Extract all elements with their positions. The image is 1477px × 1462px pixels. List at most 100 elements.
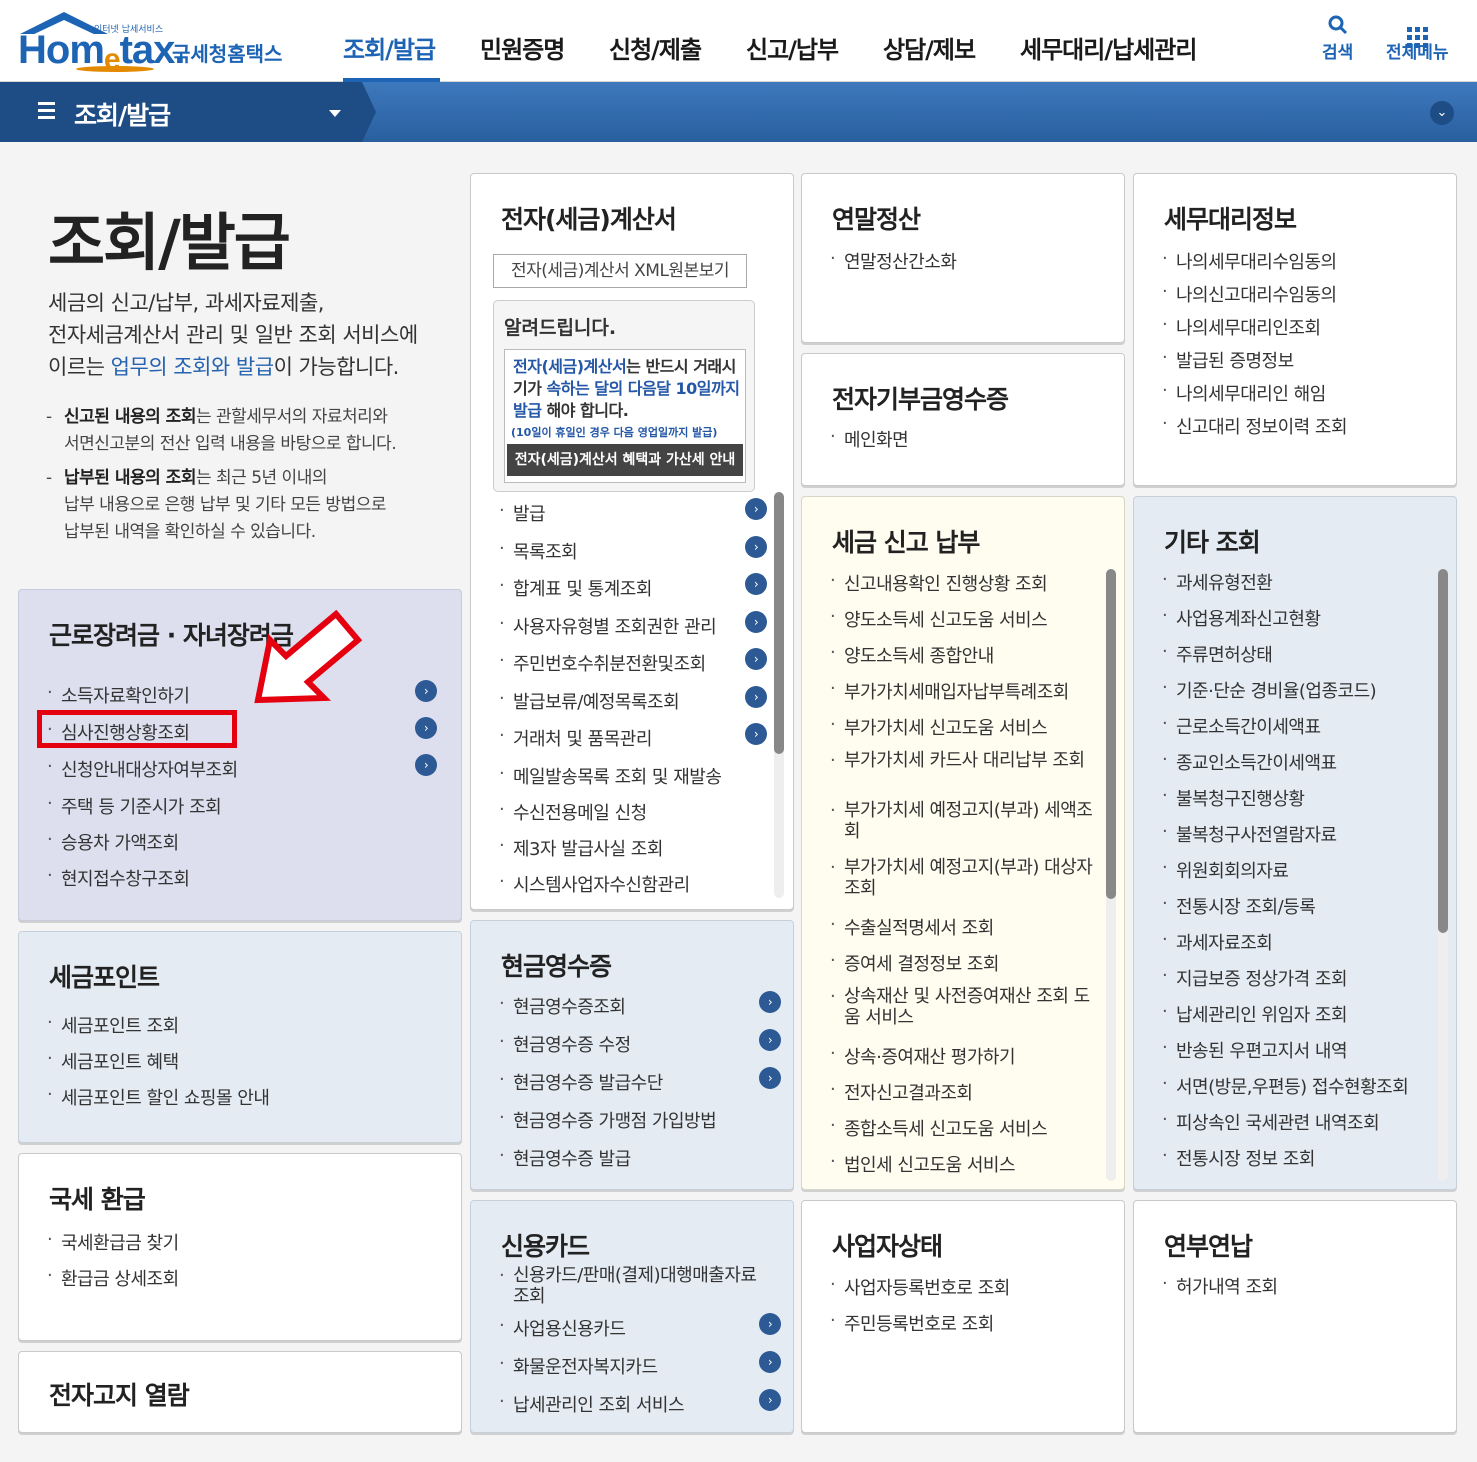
penalty-guide-button[interactable]: 전자(세금)계산서 혜택과 가산세 안내 xyxy=(507,444,743,476)
list-item[interactable]: 발급된 증명정보 xyxy=(1162,347,1347,380)
list-item[interactable]: 지급보증 정상가격 조회 xyxy=(1162,965,1438,1001)
list-item[interactable]: 현금영수증조회 › xyxy=(499,991,789,1031)
list-item[interactable]: 주택 등 기준시가 조회 xyxy=(47,793,437,829)
chevron-right-icon[interactable]: › xyxy=(415,717,437,739)
chevron-right-icon[interactable]: › xyxy=(745,685,767,708)
list-item[interactable]: 신청안내대상자여부조회 › xyxy=(47,754,437,793)
list-item[interactable]: 시스템사업자수신함관리 xyxy=(499,871,769,907)
list-item[interactable]: 현금영수증 발급수단 › xyxy=(499,1067,789,1107)
list-item[interactable]: 납세관리인 위임자 조회 xyxy=(1162,1001,1438,1037)
list-item[interactable]: 양도소득세 신고도움 서비스 xyxy=(830,606,1100,642)
list-item[interactable]: 메일발송목록 조회 및 재발송 xyxy=(499,763,769,799)
list-item[interactable]: 서면(방문,우편등) 접수현황조회 xyxy=(1162,1073,1438,1109)
list-item[interactable]: 수출실적명세서 조회 xyxy=(830,914,1100,950)
chevron-right-icon[interactable]: › xyxy=(745,610,767,633)
list-item[interactable]: 과세자료조회 xyxy=(1162,929,1438,965)
list-item[interactable]: 종합소득세 신고도움 서비스 xyxy=(830,1115,1100,1151)
section-selector[interactable]: 조회/발급 xyxy=(0,82,362,142)
list-item[interactable]: 나의신고대리수임동의 xyxy=(1162,281,1347,314)
list-item[interactable]: 부가가치세 카드사 대리납부 조회 xyxy=(830,750,1096,800)
search-button[interactable]: 검색 xyxy=(1322,14,1353,63)
chevron-right-icon[interactable]: › xyxy=(759,1351,781,1373)
list-item[interactable]: 나의세무대리인조회 xyxy=(1162,314,1347,347)
card-e-notice[interactable]: 전자고지 열람 xyxy=(18,1351,462,1433)
list-item[interactable]: 부가가치세 신고도움 서비스 xyxy=(830,714,1100,750)
xml-view-button[interactable]: 전자(세금)계산서 XML원본보기 xyxy=(493,254,747,288)
list-item[interactable]: 전통시장 조회/등록 xyxy=(1162,893,1438,929)
list-item[interactable]: 기준·단순 경비율(업종코드) xyxy=(1162,677,1438,713)
list-item[interactable]: 연말정산간소화 xyxy=(830,248,957,284)
list-item[interactable]: 부가가치세매입자납부특례조회 xyxy=(830,678,1100,714)
list-item[interactable]: 제3자 발급사실 조회 xyxy=(499,835,769,871)
list-item[interactable]: 화물운전자복지카드 › xyxy=(499,1351,789,1391)
list-item[interactable]: 허가내역 조회 xyxy=(1162,1273,1278,1309)
nav-inquiry-issue[interactable]: 조회/발급 xyxy=(343,30,436,65)
list-item[interactable]: 거래처 및 품목관리 › xyxy=(499,723,769,763)
nav-apply-submit[interactable]: 신청/제출 xyxy=(609,30,702,65)
list-item[interactable]: 신고대리 정보이력 조회 xyxy=(1162,413,1348,446)
chevron-right-icon[interactable]: › xyxy=(745,535,767,558)
list-item[interactable]: 사업용신용카드 › xyxy=(499,1313,789,1353)
list-item[interactable]: 메인화면 xyxy=(830,426,909,462)
list-item[interactable]: 발급 › xyxy=(499,498,769,538)
list-item[interactable]: 목록조회 › xyxy=(499,535,769,576)
list-item[interactable]: 세금포인트 혜택 xyxy=(47,1048,269,1084)
list-item[interactable]: 현지접수창구조회 xyxy=(47,865,437,901)
list-item[interactable]: 신용카드/판매(결제)대행매출자료조회 xyxy=(499,1265,759,1315)
list-item[interactable]: 위원회회의자료 xyxy=(1162,857,1438,893)
list-item[interactable]: 현금영수증 수정 › xyxy=(499,1029,789,1069)
nav-report-pay[interactable]: 신고/납부 xyxy=(746,30,839,65)
chevron-right-icon[interactable]: › xyxy=(745,498,767,520)
list-item[interactable]: 발급보류/예정목록조회 › xyxy=(499,685,769,726)
list-item[interactable]: 상속·증여재산 평가하기 xyxy=(830,1043,1100,1079)
list-item[interactable]: 사업자등록번호로 조회 xyxy=(830,1274,1010,1310)
list-item[interactable]: 전통시장 정보 조회 xyxy=(1162,1145,1438,1181)
scrollbar[interactable] xyxy=(774,492,784,898)
list-item[interactable]: 과세유형전환 xyxy=(1162,569,1438,605)
all-menu-button[interactable]: 전체메뉴 xyxy=(1386,14,1449,63)
list-item[interactable]: 세금포인트 할인 쇼핑몰 안내 xyxy=(47,1084,270,1120)
chevron-right-icon[interactable]: › xyxy=(745,723,767,745)
list-item[interactable]: 현금영수증 가맹점 가입방법 xyxy=(499,1107,789,1145)
list-item[interactable]: 수신전용메일 신청 xyxy=(499,799,769,835)
chevron-right-icon[interactable]: › xyxy=(759,1389,781,1411)
list-item[interactable]: 불복청구진행상황 xyxy=(1162,785,1438,821)
list-item[interactable]: 피상속인 국세관련 내역조회 xyxy=(1162,1109,1438,1145)
chevron-right-icon[interactable]: › xyxy=(759,1067,781,1089)
list-item[interactable]: 부가가치세 예정고지(부과) 대상자 조회 xyxy=(830,857,1096,914)
list-item[interactable]: 납세관리인 조회 서비스 › xyxy=(499,1389,789,1429)
chevron-right-icon[interactable]: › xyxy=(415,754,437,776)
nav-consult-report[interactable]: 상담/제보 xyxy=(883,30,976,65)
nav-civil-certificate[interactable]: 민원증명 xyxy=(480,30,565,65)
list-item[interactable]: 양도소득세 종합안내 xyxy=(830,642,1100,678)
chevron-right-icon[interactable]: › xyxy=(759,1313,781,1335)
chevron-right-icon[interactable]: › xyxy=(759,991,781,1013)
list-item[interactable]: 국세환급금 찾기 xyxy=(47,1229,179,1265)
hometax-logo[interactable]: 인터넷 납세서비스 Hometax. 국세청홈택스 xyxy=(16,10,296,76)
list-item[interactable]: 반송된 우편고지서 내역 xyxy=(1162,1037,1438,1073)
list-item[interactable]: 세금포인트 조회 xyxy=(47,1012,269,1048)
chevron-down-icon[interactable]: ⌄ xyxy=(1430,101,1454,125)
list-item[interactable]: 나의세무대리인 해임 xyxy=(1162,380,1347,413)
list-item[interactable]: 부가가치세 예정고지(부과) 세액조회 xyxy=(830,800,1096,857)
list-item[interactable]: 주민번호수취분전환및조회 › xyxy=(499,648,769,688)
list-item[interactable]: 근로소득간이세액표 xyxy=(1162,713,1438,749)
nav-tax-agent[interactable]: 세무대리/납세관리 xyxy=(1020,30,1197,65)
list-item[interactable]: 환급금 상세조회 xyxy=(47,1265,179,1301)
chevron-right-icon[interactable]: › xyxy=(745,648,767,670)
chevron-right-icon[interactable]: › xyxy=(759,1029,781,1051)
list-item[interactable]: 불복청구사전열람자료 xyxy=(1162,821,1438,857)
list-item[interactable]: 종교인소득간이세액표 xyxy=(1162,749,1438,785)
list-item[interactable]: 주류면허상태 xyxy=(1162,641,1438,677)
list-item[interactable]: 합계표 및 통계조회 › xyxy=(499,573,769,613)
list-item[interactable]: 신고내용확인 진행상황 조회 xyxy=(830,570,1100,606)
list-item[interactable]: 승용차 가액조회 xyxy=(47,829,437,865)
list-item[interactable]: 전자신고결과조회 xyxy=(830,1079,1100,1115)
list-item[interactable]: 상속재산 및 사전증여재산 조회 도움 서비스 xyxy=(830,986,1096,1043)
list-item[interactable]: 사용자유형별 조회권한 관리 › xyxy=(499,610,769,651)
list-item[interactable]: 사업용계좌신고현황 xyxy=(1162,605,1438,641)
list-item[interactable]: 주민등록번호로 조회 xyxy=(830,1310,1010,1346)
chevron-right-icon[interactable]: › xyxy=(415,680,437,702)
list-item[interactable]: 현금영수증 발급 xyxy=(499,1145,789,1183)
scrollbar[interactable] xyxy=(1106,569,1116,1181)
